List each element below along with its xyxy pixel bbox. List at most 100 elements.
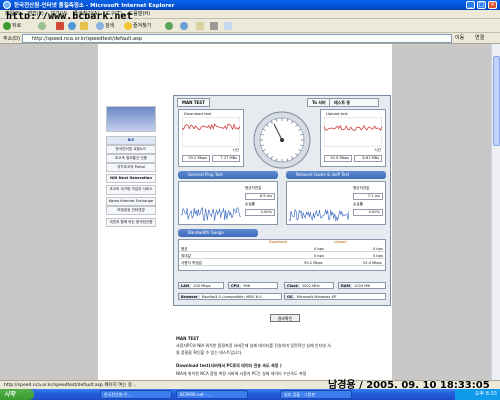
upload-graph: [324, 117, 382, 147]
history-button[interactable]: [180, 21, 189, 31]
game-latency-value: 7.1 ms: [353, 193, 383, 200]
game-box: 평균지연값 7.1 ms 손실률 0.00%: [286, 181, 386, 225]
ping-latency-value: 6.9 ms: [245, 193, 275, 200]
media-button[interactable]: [165, 21, 174, 31]
sidebar-item-portal[interactable]: 국가초고속 Portal: [106, 163, 156, 172]
download-graph: [182, 117, 240, 147]
ie-icon: [3, 1, 11, 9]
back-arrow-icon: [3, 21, 11, 30]
bandwidth-table: Download Upload 평균 0 bps 0 bps 최대값 0 bps…: [178, 239, 386, 271]
system-tray-clock: 오후 6:33: [455, 389, 500, 400]
note1-title: MAN TEST: [176, 336, 199, 341]
sidebar-item-bix[interactable]: BIX: [106, 136, 156, 145]
taskbar-item[interactable]: 일부 검출 - 그림판: [280, 390, 352, 399]
home-icon: [80, 21, 88, 30]
window-title: 한국전산원-인터넷 품질측정소 - Microsoft Internet Exp…: [14, 3, 175, 9]
note1-line1: 사용자PC와 NIA 위치한 품질측정 서버간에 실제 데이터를 전송하여 일련…: [176, 343, 331, 348]
maximize-button[interactable]: □: [477, 1, 486, 9]
minimize-button[interactable]: _: [466, 1, 475, 9]
download-box: Download test 시간 59.2 Mbps 7.27 MBs: [178, 109, 244, 167]
tab-man-test[interactable]: MAN TEST: [177, 98, 210, 107]
home-button[interactable]: [80, 21, 89, 31]
taskbar-item[interactable]: BCPARK.net - ...: [176, 390, 248, 399]
window-titlebar[interactable]: 한국전산원-인터넷 품질측정소 - Microsoft Internet Exp…: [0, 0, 500, 10]
speedtest-panel: MAN TEST To 서버 테스트 중 Download test 시간 59…: [173, 95, 391, 306]
links-button[interactable]: 연결: [475, 34, 484, 43]
sidebar-item-cert[interactable]: 초고속 정보통신 인증: [106, 154, 156, 163]
os-info: OS Microsoft Windows XP: [284, 293, 386, 300]
upload-title: Upload test: [326, 111, 348, 116]
refresh-button[interactable]: [68, 21, 77, 31]
history-icon: [180, 21, 188, 30]
address-input[interactable]: http://speed.nca.or.kr/speedtest/default…: [22, 34, 452, 43]
upload-mbs: 6.61 MBs: [354, 155, 382, 162]
table-row: 평균 0 bps 0 bps: [179, 246, 385, 252]
back-button[interactable]: 뒤로: [3, 21, 21, 31]
test-status: 테스트 중: [329, 98, 379, 107]
sidebar-item-ngi[interactable]: NGI Next Generation: [106, 174, 156, 183]
edit-icon: [224, 21, 232, 30]
media-icon: [165, 21, 173, 30]
clock-info: Clock 2002 MHz: [284, 282, 334, 289]
bandwidth-header[interactable]: Bandwidth Gauge: [178, 229, 258, 237]
vertical-scrollbar[interactable]: [491, 44, 500, 380]
sidebar-item-nca[interactable]: 국민과 함께 하는 한국전산원: [106, 218, 156, 227]
ping-test-header[interactable]: General Ping Test: [178, 171, 278, 179]
upload-axis-label: 시간: [374, 148, 381, 152]
download-title: Download test: [184, 111, 212, 116]
sidebar-item-national-net[interactable]: 초고속 국가망 가입자 서비스: [106, 185, 156, 195]
sidebar-item-model[interactable]: 모범공공 인터넷망: [106, 206, 156, 215]
mail-button[interactable]: [196, 21, 205, 31]
bw-col-upload: Upload: [334, 240, 347, 244]
upload-mbps: 52.0 Mbps: [324, 155, 352, 162]
table-row: 최대값 0 bps 0 bps: [179, 253, 385, 259]
favorites-button[interactable]: 즐겨찾기: [124, 21, 151, 31]
game-latency-label: 평균지연값: [353, 186, 370, 190]
toolbar: 뒤로 검색 즐겨찾기: [0, 19, 500, 33]
ping-latency-label: 평균지연값: [245, 186, 262, 190]
status-text: http://speed.nca.or.kr/speedtest/default…: [4, 383, 137, 388]
sidebar: BIX 한국인터넷 교환노드 초고속 정보통신 인증 국가초고속 Portal …: [106, 106, 156, 258]
game-test-header[interactable]: Network Game & VoIP Test: [286, 171, 386, 179]
result-button[interactable]: 결과확인: [270, 314, 300, 322]
ping-box: 평균지연값 6.9 ms 손실률 0.00%: [178, 181, 278, 225]
speed-gauge: [253, 111, 311, 169]
tab-to-server[interactable]: To 서버: [307, 98, 331, 107]
scrollbar-thumb[interactable]: [493, 56, 500, 146]
download-axis-label: 시간: [232, 148, 239, 152]
game-graph: [289, 208, 349, 222]
mail-icon: [196, 21, 204, 30]
sidebar-item-kix[interactable]: Korea Internet Exchange: [106, 197, 156, 206]
print-button[interactable]: [210, 21, 219, 31]
browser-info: Browser Mozilla/4.0 (compatible; MSIE 6.0: [178, 293, 282, 300]
print-icon: [210, 21, 218, 30]
refresh-icon: [68, 21, 76, 30]
forward-button[interactable]: [38, 21, 47, 31]
address-bar: 주소(D) http://speed.nca.or.kr/speedtest/d…: [0, 33, 500, 44]
stop-button[interactable]: [56, 21, 65, 31]
address-label: 주소(D): [3, 36, 20, 42]
close-button[interactable]: ×: [488, 1, 497, 9]
ram-info: RAM 1024 MB: [338, 282, 386, 289]
go-button[interactable]: 이동: [455, 34, 464, 43]
edit-button[interactable]: [224, 21, 233, 31]
stop-icon: [56, 21, 64, 30]
start-button[interactable]: 시작: [0, 389, 34, 400]
search-button[interactable]: 검색: [96, 21, 114, 31]
table-row: 사용자 측정값 59.2 Mbps 52.0 Mbps: [179, 260, 385, 266]
game-loss-value: 0.00%: [353, 209, 383, 216]
bw-col-download: Download: [269, 240, 287, 244]
lan-info: LAN 100 Mbps: [178, 282, 224, 289]
cpu-info: CPU 996: [228, 282, 278, 289]
download-mbps: 59.2 Mbps: [182, 155, 210, 162]
forward-arrow-icon: [38, 21, 46, 30]
ping-loss-label: 손실률: [245, 202, 255, 206]
taskbar-item[interactable]: 한국전산원-인...: [100, 390, 172, 399]
upload-box: Upload test 시간 52.0 Mbps 6.61 MBs: [320, 109, 386, 167]
note1-line2: 용 품질을 확인할 수 있는 테스트입니다.: [176, 350, 243, 355]
sidebar-banner-globe[interactable]: [106, 106, 156, 132]
sidebar-item-kinx[interactable]: 한국인터넷 교환노드: [106, 145, 156, 154]
note2-title: Download test(서버에서 PC로의 데이터 전송 속도 측정 ): [176, 363, 282, 368]
note2-line1: NIA에 위치한 NCA 품질 측정 서버에 사용자 PC간 실제 데이터 수신…: [176, 371, 307, 376]
search-icon: [96, 21, 104, 30]
